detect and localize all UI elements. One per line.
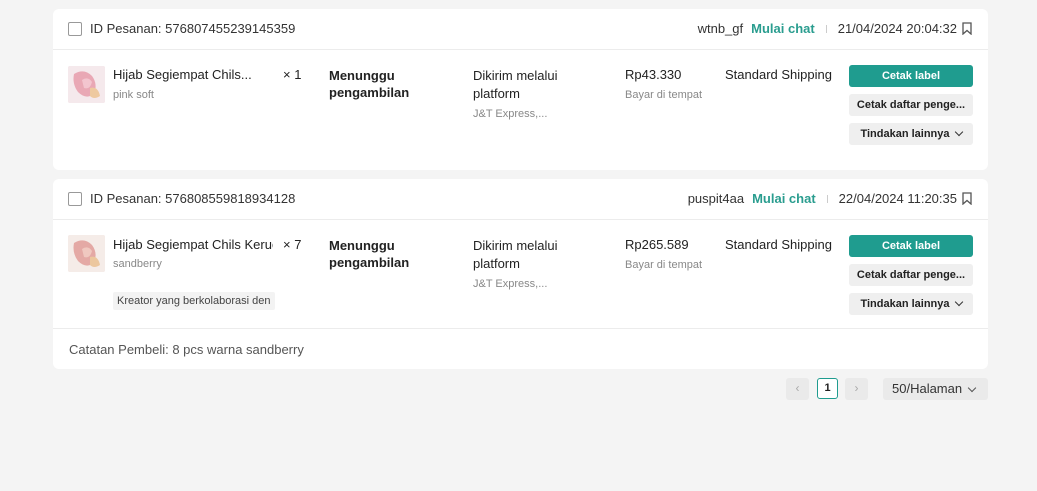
courier-name: J&T Express,... (473, 278, 548, 290)
chevron-down-icon (954, 297, 963, 307)
order-card: ID Pesanan: 576807455239145359 wtnb_gf M… (53, 9, 988, 170)
shipping-info: Dikirim melalui platform (473, 238, 558, 271)
product-name[interactable]: Hijab Segiempat Chils Keruc (113, 237, 273, 252)
payment-method: Bayar di tempat (625, 259, 703, 271)
product-quantity: × 7 (283, 237, 302, 252)
order-price: Rp265.589 (625, 237, 689, 252)
next-page-button[interactable]: › (845, 378, 868, 400)
buyer-username[interactable]: puspit4aa (688, 191, 744, 206)
print-list-button[interactable]: Cetak daftar penge... (849, 94, 973, 116)
start-chat-link[interactable]: Mulai chat (752, 191, 816, 206)
divider (826, 194, 828, 203)
chevron-down-icon (967, 383, 977, 393)
order-checkbox[interactable] (68, 22, 82, 36)
prev-page-button[interactable]: ‹ (786, 378, 809, 400)
courier-name: J&T Express,... (473, 108, 548, 120)
order-checkbox[interactable] (68, 192, 82, 206)
order-card: ID Pesanan: 576808559818934128 puspit4aa… (53, 179, 988, 369)
order-status: Menunggu pengambilan (329, 68, 410, 100)
creator-tag: Kreator yang berkolaborasi den (113, 292, 275, 310)
more-actions-button[interactable]: Tindakan lainnya (849, 123, 973, 145)
chevron-down-icon (954, 127, 963, 137)
more-actions-label: Tindakan lainnya (860, 298, 950, 310)
print-list-button[interactable]: Cetak daftar penge... (849, 264, 973, 286)
order-header: ID Pesanan: 576808559818934128 puspit4aa… (53, 179, 988, 220)
product-thumbnail[interactable] (68, 66, 105, 103)
buyer-note-row: Catatan Pembeli: 8 pcs warna sandberry (53, 328, 988, 368)
product-quantity: × 1 (283, 67, 302, 82)
product-thumbnail[interactable] (68, 235, 105, 272)
payment-method: Bayar di tempat (625, 89, 703, 101)
product-variation: sandberry (113, 258, 162, 270)
product-variation: pink soft (113, 89, 154, 101)
print-label-button[interactable]: Cetak label (849, 65, 973, 87)
more-actions-label: Tindakan lainnya (860, 128, 950, 140)
page-1-button[interactable]: 1 (817, 378, 838, 399)
order-body: Hijab Segiempat Chils... pink soft × 1 M… (53, 50, 988, 166)
buyer-note: Catatan Pembeli: 8 pcs warna sandberry (69, 342, 304, 357)
buyer-username[interactable]: wtnb_gf (698, 21, 744, 36)
more-actions-button[interactable]: Tindakan lainnya (849, 293, 973, 315)
order-id: ID Pesanan: 576808559818934128 (90, 191, 296, 206)
shipping-method: Standard Shipping (725, 67, 832, 82)
shipping-info: Dikirim melalui platform (473, 68, 558, 101)
order-body: Hijab Segiempat Chils Keruc sandberry × … (53, 220, 988, 328)
order-date: 22/04/2024 11:20:35 (838, 191, 957, 206)
divider (825, 24, 827, 33)
start-chat-link[interactable]: Mulai chat (751, 21, 815, 36)
print-label-button[interactable]: Cetak label (849, 235, 973, 257)
order-price: Rp43.330 (625, 67, 682, 82)
order-header: ID Pesanan: 576807455239145359 wtnb_gf M… (53, 9, 988, 50)
shipping-method: Standard Shipping (725, 237, 832, 252)
bookmark-icon[interactable] (962, 22, 972, 35)
per-page-value: 50/Halaman (892, 381, 963, 396)
order-status: Menunggu pengambilan (329, 238, 410, 270)
order-date: 21/04/2024 20:04:32 (837, 21, 957, 36)
product-name[interactable]: Hijab Segiempat Chils... (113, 67, 273, 82)
order-id: ID Pesanan: 576807455239145359 (90, 21, 296, 36)
bookmark-icon[interactable] (962, 192, 972, 205)
per-page-select[interactable]: 50/Halaman (883, 378, 988, 400)
